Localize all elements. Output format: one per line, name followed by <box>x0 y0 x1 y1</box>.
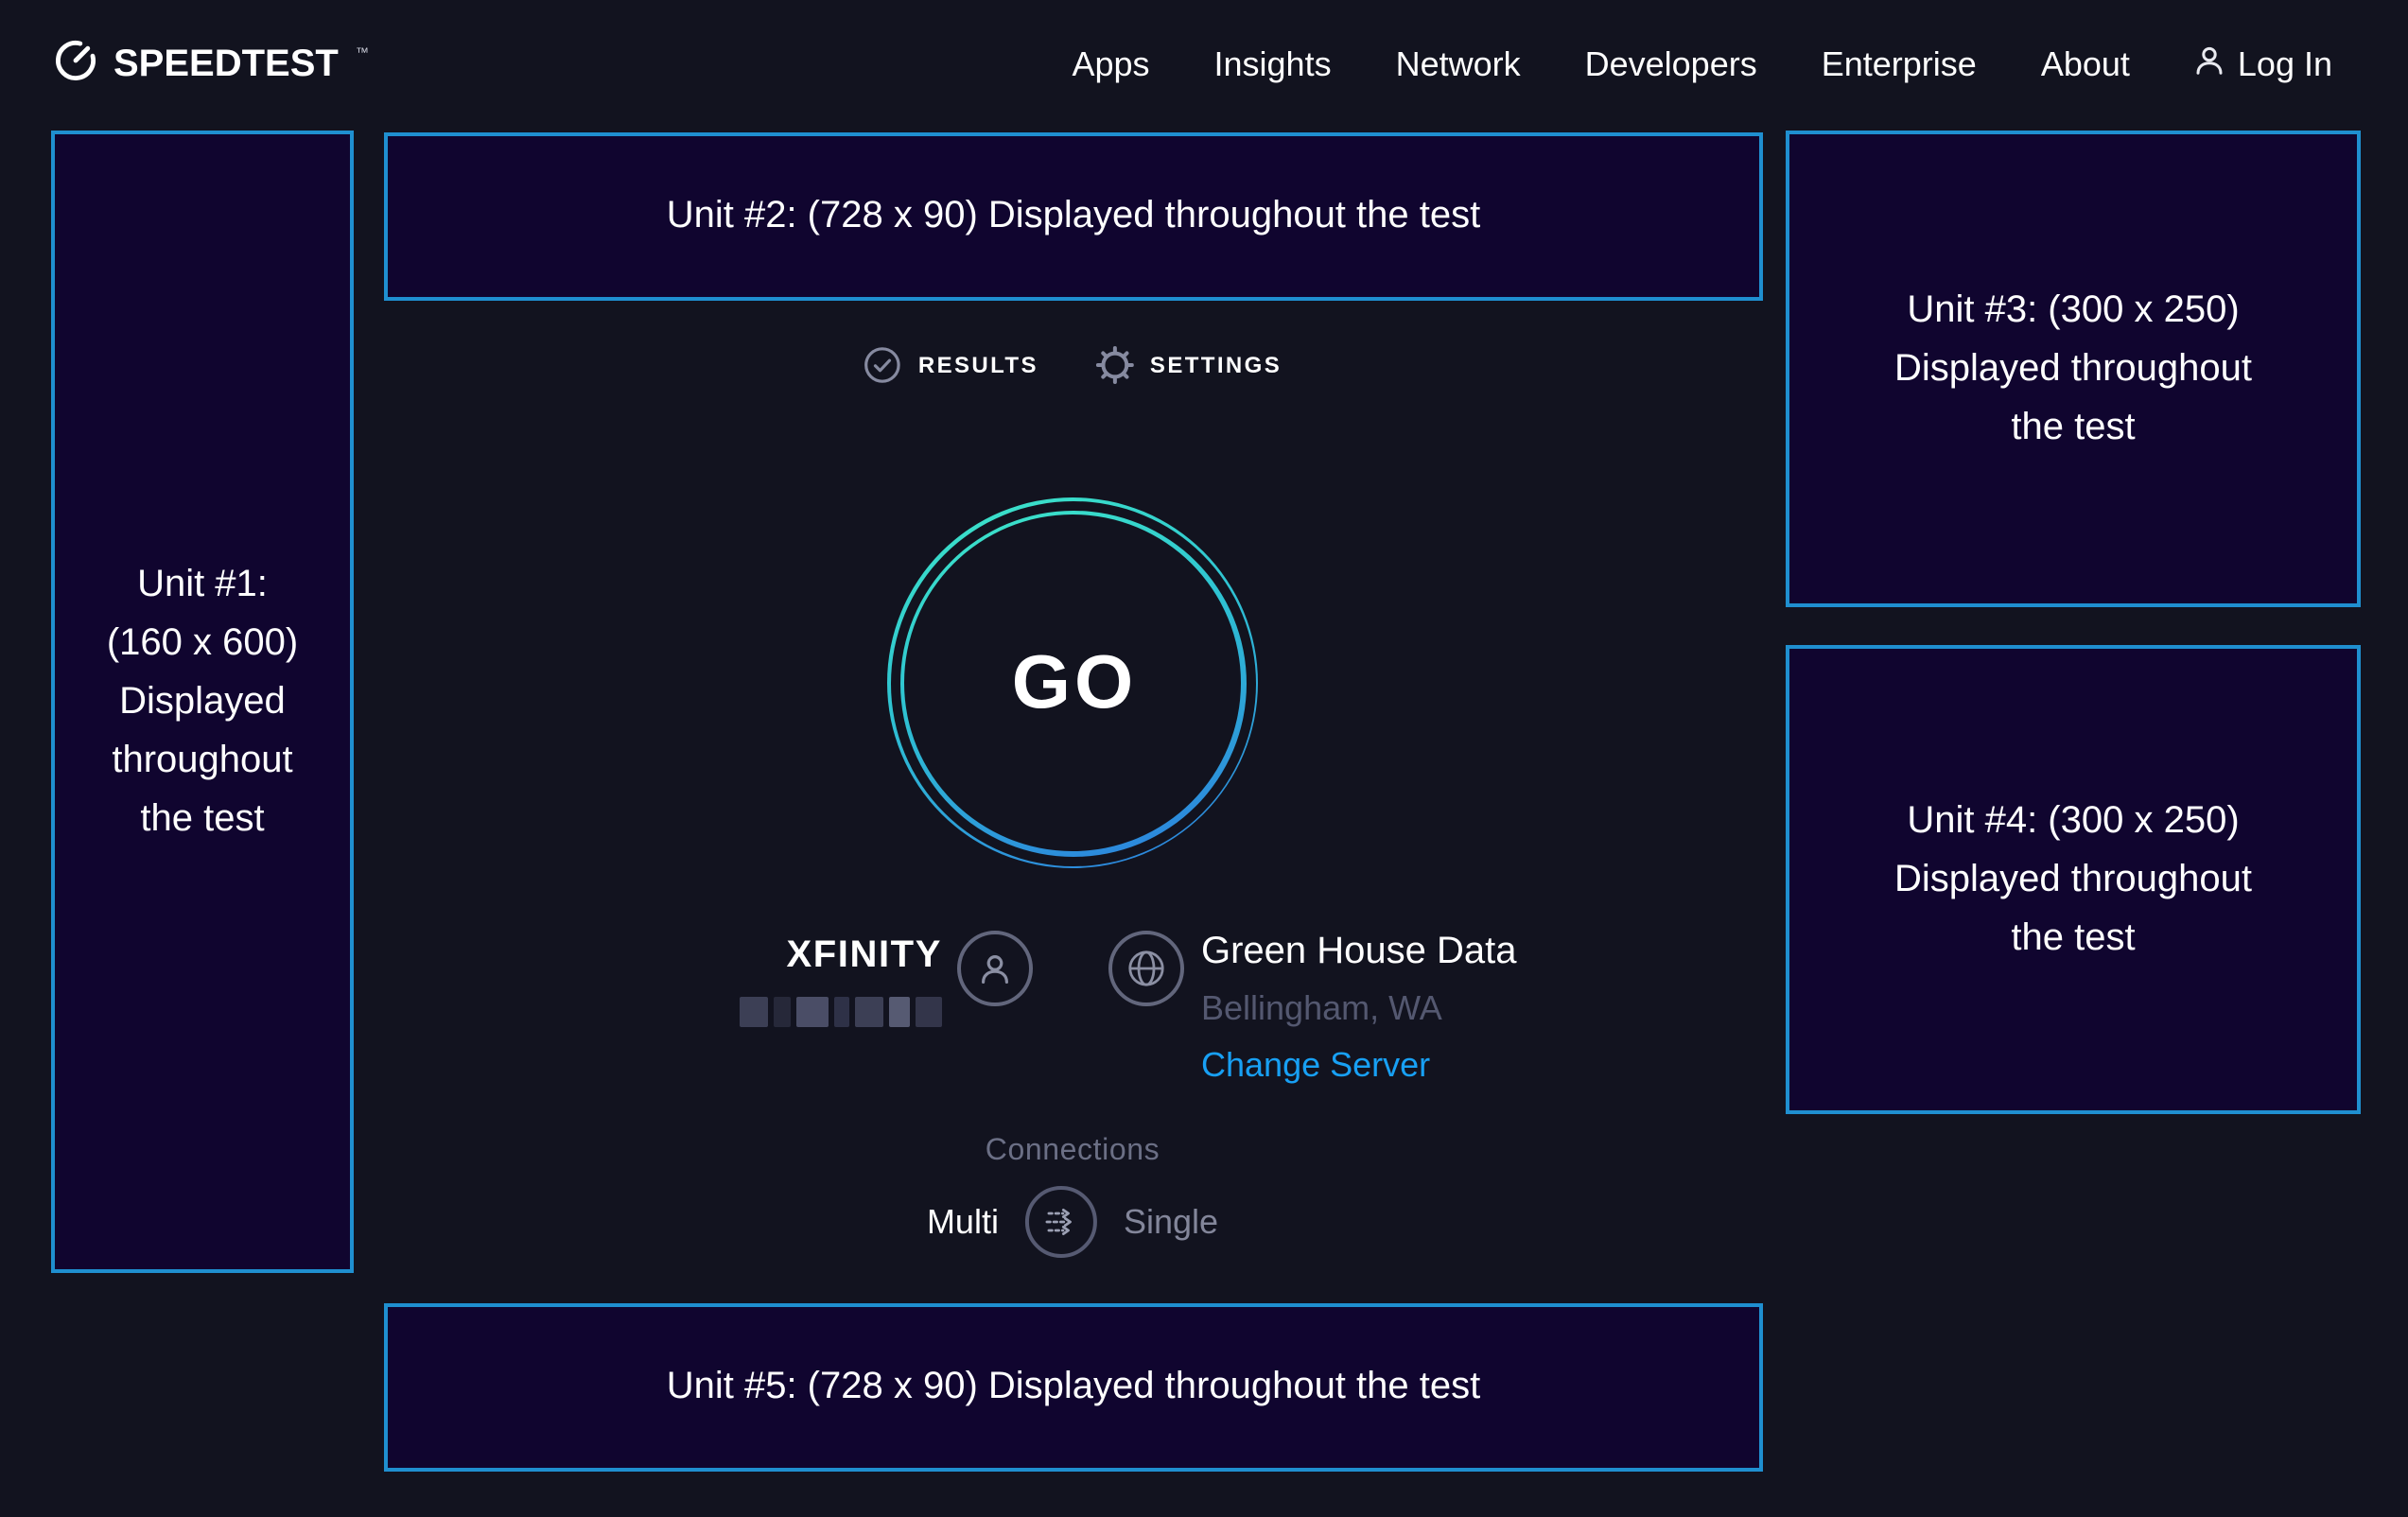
ad-unit-1-label: Unit #1: (160 x 600) Displayed throughou… <box>100 555 305 848</box>
speedtest-logo[interactable]: SPEEDTEST ™ <box>53 37 367 92</box>
ad-unit-4-label: Unit #4: (300 x 250) Displayed throughou… <box>1888 792 2259 968</box>
isp-person-icon <box>957 931 1033 1006</box>
logo-trademark: ™ <box>356 46 369 60</box>
login-button[interactable]: Log In <box>2194 44 2332 84</box>
gear-icon <box>1095 346 1133 384</box>
isp-name: XFINITY <box>666 934 942 978</box>
ad-unit-4-rectangle[interactable]: Unit #4: (300 x 250) Displayed throughou… <box>1786 645 2361 1114</box>
redacted-ip <box>666 997 942 1027</box>
nav-item-developers[interactable]: Developers <box>1585 44 1757 84</box>
nav-item-about[interactable]: About <box>2041 44 2130 84</box>
go-button[interactable]: GO <box>887 497 1258 868</box>
ad-unit-5-leaderboard[interactable]: Unit #5: (728 x 90) Displayed throughout… <box>384 1303 1763 1472</box>
tab-results[interactable]: RESULTS <box>864 346 1038 384</box>
go-inner-ring: GO <box>899 510 1246 856</box>
logo-wordmark: SPEEDTEST <box>113 42 339 87</box>
ad-unit-5-label: Unit #5: (728 x 90) Displayed throughout… <box>667 1358 1481 1417</box>
tab-settings[interactable]: SETTINGS <box>1095 346 1282 384</box>
connections-label: Connections <box>986 1135 1160 1169</box>
ad-unit-2-leaderboard[interactable]: Unit #2: (728 x 90) Displayed throughout… <box>384 132 1763 301</box>
ad-unit-3-rectangle[interactable]: Unit #3: (300 x 250) Displayed throughou… <box>1786 131 2361 607</box>
tab-settings-label: SETTINGS <box>1150 352 1282 378</box>
main-nav: Apps Insights Network Developers Enterpr… <box>1072 44 2332 84</box>
ad-unit-1-skyscraper[interactable]: Unit #1: (160 x 600) Displayed throughou… <box>51 131 354 1273</box>
ad-unit-2-label: Unit #2: (728 x 90) Displayed throughout… <box>667 187 1481 246</box>
user-icon <box>2194 44 2225 84</box>
nav-item-insights[interactable]: Insights <box>1214 44 1332 84</box>
isp-info: XFINITY <box>666 934 942 1027</box>
server-globe-icon <box>1108 931 1184 1006</box>
connections-single-option[interactable]: Single <box>1124 1202 1218 1242</box>
login-label: Log In <box>2238 44 2332 84</box>
results-settings-tabs: RESULTS SETTINGS <box>864 346 1282 384</box>
connections-multi-option[interactable]: Multi <box>927 1202 999 1242</box>
connections-toggle-row: Multi Single <box>927 1186 1218 1258</box>
nav-item-apps[interactable]: Apps <box>1072 44 1149 84</box>
nav-item-network[interactable]: Network <box>1396 44 1521 84</box>
nav-item-enterprise[interactable]: Enterprise <box>1822 44 1977 84</box>
tab-results-label: RESULTS <box>918 352 1038 378</box>
server-name: Green House Data <box>1201 931 1517 972</box>
change-server-link[interactable]: Change Server <box>1201 1046 1517 1086</box>
speedometer-gauge-icon <box>53 37 98 92</box>
speedtest-page: SPEEDTEST ™ Apps Insights Network Develo… <box>0 0 2408 1517</box>
connections-section: Connections Multi Single <box>927 1135 1218 1258</box>
ad-unit-3-label: Unit #3: (300 x 250) Displayed throughou… <box>1888 281 2259 457</box>
server-info: Green House Data Bellingham, WA Change S… <box>1201 931 1517 1086</box>
server-location: Bellingham, WA <box>1201 989 1517 1029</box>
top-nav-bar: SPEEDTEST ™ Apps Insights Network Develo… <box>0 0 2408 129</box>
check-circle-icon <box>864 346 901 384</box>
go-label: GO <box>1008 640 1137 725</box>
go-outer-ring: GO <box>887 497 1258 868</box>
multi-connection-arrows-icon[interactable] <box>1025 1186 1097 1258</box>
